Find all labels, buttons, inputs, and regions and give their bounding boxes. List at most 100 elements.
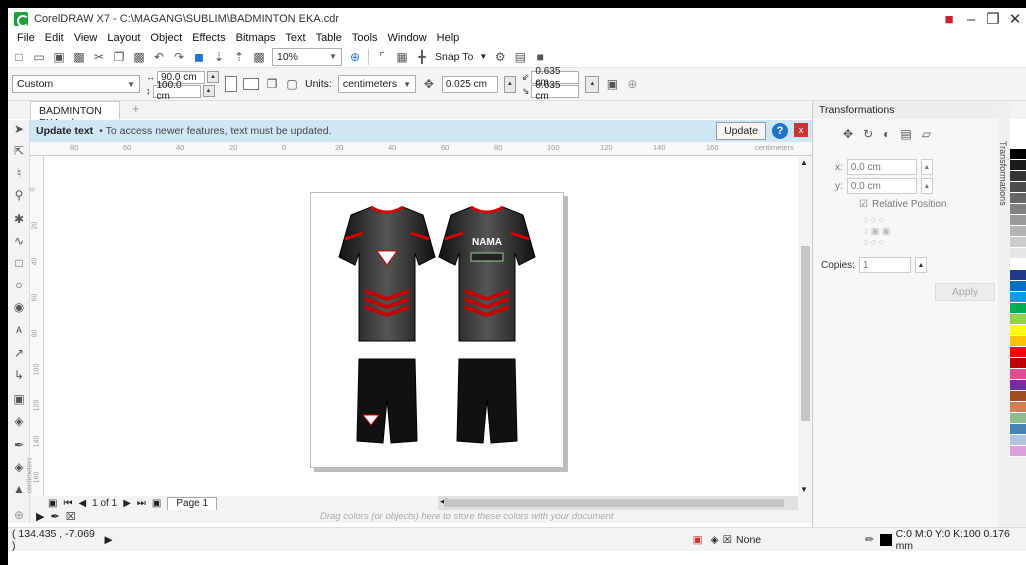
copies-input[interactable]: 1 (858, 257, 911, 273)
vertical-scrollbar[interactable]: ▲ ▼ (798, 156, 812, 496)
color-swatch[interactable] (1010, 226, 1026, 237)
all-pages-icon[interactable]: ❐ (265, 77, 279, 91)
drawing-canvas[interactable]: NAMA (44, 156, 798, 496)
drop-shadow-icon[interactable]: ▣ (12, 392, 26, 406)
text-tool-icon[interactable]: ᴀ (12, 322, 26, 336)
zoom-level-select[interactable]: 10% ▼ (272, 47, 342, 66)
welcome-screen-icon[interactable]: ■ (533, 50, 547, 64)
color-proof-icon[interactable]: ▣ (693, 534, 703, 546)
menu-tools[interactable]: Tools (347, 32, 383, 44)
pick-tool-icon[interactable]: ➤ (12, 122, 26, 136)
help-icon[interactable]: ? (772, 123, 788, 139)
color-swatch[interactable] (1010, 248, 1026, 259)
add-tab-button[interactable]: + (132, 101, 140, 116)
menu-table[interactable]: Table (311, 32, 347, 44)
color-swatch[interactable] (1010, 292, 1026, 303)
add-tool-icon[interactable]: ⊕ (12, 508, 26, 522)
color-swatch[interactable] (1010, 204, 1026, 215)
import-icon[interactable]: ⇣ (212, 50, 226, 64)
add-icon[interactable]: ⊕ (625, 77, 639, 91)
copy-icon[interactable]: ❐ (112, 50, 126, 64)
position-icon[interactable]: ✥ (843, 127, 853, 141)
add-page-icon[interactable]: ▣ (152, 498, 161, 509)
color-swatch[interactable] (1010, 160, 1026, 171)
color-swatch[interactable] (1010, 171, 1026, 182)
mirror-icon[interactable]: ◐ (883, 127, 890, 141)
y-spinner[interactable]: ▲ (920, 178, 933, 194)
x-position-input[interactable]: 0.0 cm (846, 159, 917, 175)
skew-icon[interactable]: ▱ (922, 127, 931, 141)
first-page-icon[interactable]: ⏮ (63, 498, 72, 509)
copies-spinner[interactable]: ▲ (914, 257, 927, 273)
app-launcher-icon[interactable]: ▤ (513, 50, 527, 64)
status-expand-icon[interactable]: ▶ (105, 534, 113, 546)
y-position-input[interactable]: 0.0 cm (846, 178, 917, 194)
duplicate-spinner[interactable]: ▲ (585, 75, 600, 93)
redo-icon[interactable]: ↷ (172, 50, 186, 64)
scroll-down-icon[interactable]: ▼ (800, 485, 808, 494)
portrait-icon[interactable] (225, 76, 237, 92)
artistic-media-icon[interactable]: ∿ (12, 234, 26, 248)
height-spinner[interactable]: ▲ (202, 85, 215, 97)
color-swatch[interactable] (1010, 182, 1026, 193)
print-icon[interactable]: ▩ (72, 50, 86, 64)
export-icon[interactable]: ⇡ (232, 50, 246, 64)
next-page-icon[interactable]: ▶ (123, 498, 131, 509)
nudge-distance-input[interactable]: 0.025 cm (441, 75, 498, 93)
zoom-tool-icon[interactable]: ⚲ (12, 188, 26, 202)
connector-tool-icon[interactable]: ↳ (12, 368, 26, 382)
horizontal-ruler[interactable]: 80 60 40 20 0 20 40 60 80 100 120 140 160 centimeters (30, 142, 812, 156)
color-swatch[interactable] (1010, 413, 1026, 424)
transparency-icon[interactable]: ◈ (12, 414, 26, 428)
color-swatch[interactable] (1010, 138, 1026, 149)
snap-to-button[interactable]: Snap To (435, 51, 473, 63)
publish-pdf-icon[interactable]: ▩ (252, 50, 266, 64)
flag-icon[interactable]: ■ (938, 8, 960, 30)
color-swatch[interactable] (1010, 369, 1026, 380)
shape-tool-icon[interactable]: ⇱ (12, 144, 26, 158)
polygon-tool-icon[interactable]: ◉ (12, 300, 26, 314)
size-icon[interactable]: ▤ (900, 127, 911, 141)
color-swatch[interactable] (1010, 325, 1026, 336)
prev-page-icon[interactable]: ◀ (78, 498, 86, 509)
eyedropper-icon[interactable]: ✒ (50, 510, 59, 523)
restore-button[interactable]: ❐ (982, 8, 1004, 30)
show-grid-icon[interactable]: ▦ (395, 50, 409, 64)
undo-icon[interactable]: ↶ (152, 50, 166, 64)
scroll-up-icon[interactable]: ▲ (800, 158, 808, 167)
search-content-icon[interactable]: ◼ (192, 50, 206, 64)
units-select[interactable]: centimeters ▼ (337, 75, 416, 93)
show-rulers-icon[interactable]: ⌜ (375, 50, 389, 64)
vertical-ruler[interactable]: 0 20 40 60 80 100 120 140 160 centimeters (27, 156, 44, 496)
menu-layout[interactable]: Layout (102, 32, 145, 44)
document-page[interactable]: NAMA (310, 192, 564, 468)
update-button[interactable]: Update (716, 122, 766, 140)
color-swatch[interactable] (1010, 270, 1026, 281)
horizontal-scroll-thumb[interactable] (444, 499, 784, 507)
menu-window[interactable]: Window (383, 32, 432, 44)
x-spinner[interactable]: ▲ (920, 159, 933, 175)
show-guidelines-icon[interactable]: ╋ (415, 50, 429, 64)
freehand-tool-icon[interactable]: ✱ (12, 212, 26, 226)
crop-tool-icon[interactable]: ♮ (12, 166, 26, 180)
close-notice-icon[interactable]: x (794, 123, 808, 137)
page-size-preset-select[interactable]: Custom ▼ (12, 75, 140, 93)
page-tab[interactable]: Page 1 (167, 496, 218, 510)
cut-icon[interactable]: ✂ (92, 50, 106, 64)
color-swatch[interactable] (1010, 314, 1026, 325)
anchor-grid[interactable]: ○ ○ ○ ○ ▣ ▣ ○ ○ ○ (863, 215, 890, 248)
vertical-scroll-thumb[interactable] (801, 246, 810, 421)
color-swatch[interactable] (1010, 281, 1026, 292)
color-swatch[interactable] (1010, 149, 1026, 160)
menu-edit[interactable]: Edit (40, 32, 69, 44)
color-swatch[interactable] (1010, 193, 1026, 204)
smart-fill-icon[interactable]: ▲ (12, 482, 26, 496)
horizontal-scrollbar[interactable]: ◀ (438, 496, 798, 510)
color-swatch[interactable] (1010, 435, 1026, 446)
options-icon[interactable]: ⚙ (493, 50, 507, 64)
menu-object[interactable]: Object (145, 32, 187, 44)
color-swatch[interactable] (1010, 380, 1026, 391)
page-options-icon[interactable]: ▣ (48, 498, 57, 509)
full-screen-icon[interactable]: ⊕ (348, 50, 362, 64)
color-swatch[interactable] (1010, 303, 1026, 314)
